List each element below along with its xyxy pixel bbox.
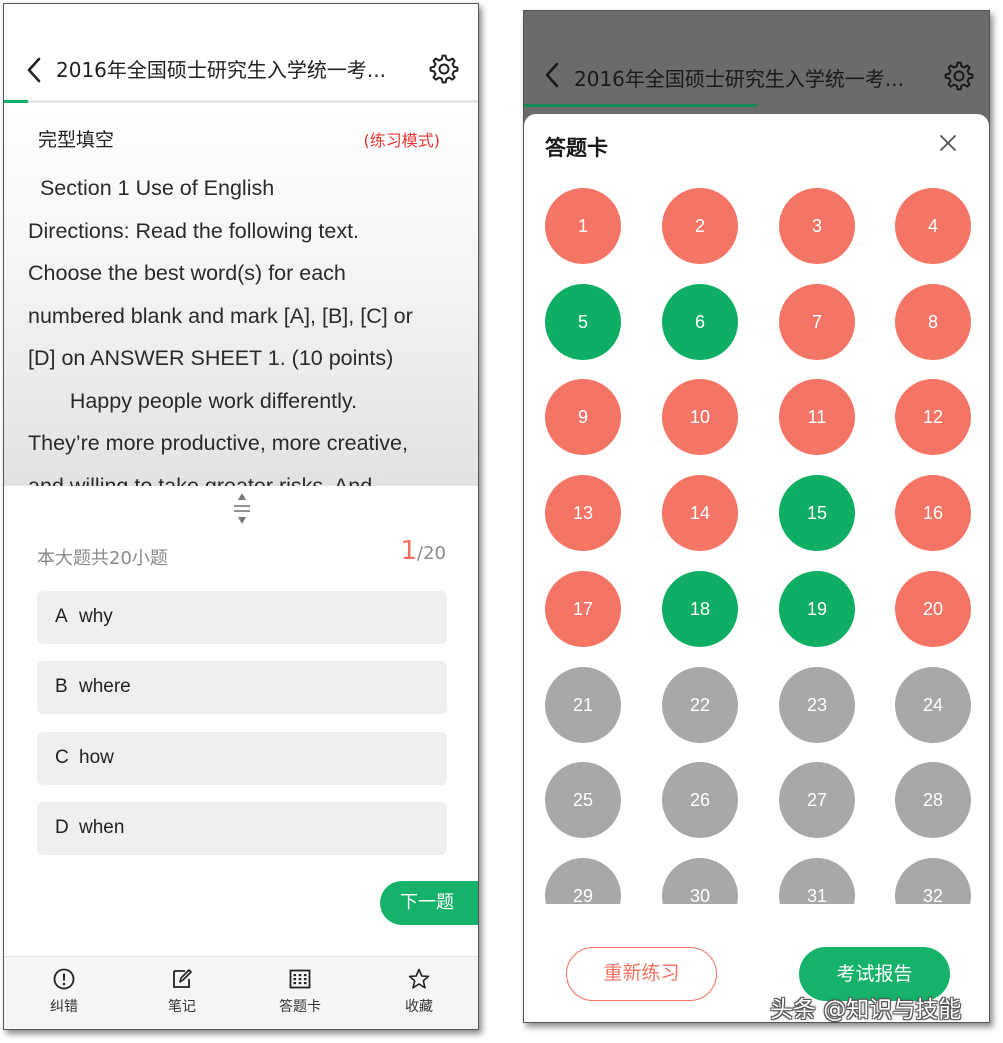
- question-28-circle[interactable]: 28: [895, 762, 971, 839]
- passage-line: Directions: Read the following text.: [28, 218, 360, 243]
- tab-label: 纠错: [50, 999, 78, 1015]
- passage-line: Happy people work differently.: [28, 388, 358, 413]
- question-26-circle[interactable]: 26: [662, 762, 738, 839]
- question-progress-fill: [4, 100, 28, 103]
- top-navigation-bar: 2016年全国硕士研究生入学统一考...: [4, 4, 478, 104]
- option-letter: A: [55, 606, 68, 627]
- question-5-circle[interactable]: 5: [545, 283, 621, 360]
- question-11-circle[interactable]: 11: [779, 379, 855, 456]
- question-23-circle[interactable]: 23: [779, 666, 855, 743]
- option-letter: C: [55, 747, 69, 768]
- tab-label: 收藏: [405, 999, 433, 1015]
- question-27-circle[interactable]: 27: [779, 762, 855, 839]
- passage-line: and willing to take greater risks. And: [28, 473, 373, 487]
- question-22-circle[interactable]: 22: [662, 666, 738, 743]
- question-8-circle[interactable]: 8: [895, 283, 971, 360]
- question-16-circle[interactable]: 16: [895, 475, 971, 552]
- tab-error-report[interactable]: 纠错: [24, 967, 104, 1016]
- question-30-circle[interactable]: 30: [662, 857, 738, 904]
- question-9-circle[interactable]: 9: [545, 379, 621, 456]
- option-text: how: [79, 747, 114, 768]
- option-letter: D: [55, 817, 69, 838]
- option-d[interactable]: D when: [37, 802, 447, 855]
- option-text: when: [79, 817, 125, 838]
- question-number-grid: 1 2 3 4 5 6 7 8 9 10 11 12 13 14 15 16 17 18 19 20 21 22 23 24 2…: [524, 174, 989, 904]
- option-letter: B: [55, 676, 68, 697]
- question-24-circle[interactable]: 24: [895, 666, 971, 743]
- question-29-circle[interactable]: 29: [545, 857, 621, 904]
- passage-panel[interactable]: 完型填空 (练习模式) Section 1 Use of English Dire…: [4, 104, 478, 486]
- answer-sheet-screen: 2016年全国硕士研究生入学统一考... 答题卡 1 2 3 4 5 6 7 8 9 10 11 12…: [523, 10, 990, 1023]
- question-13-circle[interactable]: 13: [545, 475, 621, 552]
- option-b[interactable]: B where: [37, 661, 447, 714]
- section-type-label: 完型填空: [38, 129, 115, 151]
- back-arrow-icon: [545, 62, 559, 88]
- question-15-circle[interactable]: 15: [779, 475, 855, 552]
- exam-title: 2016年全国硕士研究生入学统一考...: [56, 58, 386, 82]
- passage-text: Section 1 Use of English Directions: Read…: [28, 167, 458, 486]
- back-arrow-icon[interactable]: [24, 56, 44, 84]
- current-question-number: 1: [400, 536, 418, 566]
- redo-practice-button[interactable]: 重新练习: [566, 947, 717, 1001]
- next-question-button[interactable]: 下一题: [380, 881, 478, 925]
- passage-line: [D] on ANSWER SHEET 1. (10 points): [28, 346, 394, 370]
- dimmed-top-navigation-bar: 2016年全国硕士研究生入学统一考...: [524, 11, 989, 111]
- question-17-circle[interactable]: 17: [545, 570, 621, 647]
- question-19-circle[interactable]: 19: [779, 570, 855, 647]
- question-index: 1/20: [400, 536, 446, 566]
- question-1-circle[interactable]: 1: [545, 188, 621, 264]
- total-questions: /20: [417, 543, 446, 564]
- answer-grid-icon: [289, 969, 311, 989]
- question-10-circle[interactable]: 10: [662, 379, 738, 456]
- question-20-circle[interactable]: 20: [895, 570, 971, 647]
- question-14-circle[interactable]: 14: [662, 475, 738, 552]
- question-count-label: 本大题共20小题: [37, 548, 168, 569]
- question-12-circle[interactable]: 12: [895, 379, 971, 456]
- tab-label: 答题卡: [279, 999, 321, 1015]
- question-3-circle[interactable]: 3: [779, 188, 855, 264]
- passage-line: Section 1 Use of English: [28, 176, 275, 200]
- question-7-circle[interactable]: 7: [779, 283, 855, 360]
- mode-label: (练习模式): [363, 131, 441, 150]
- question-progress-fill: [524, 104, 757, 107]
- gear-icon[interactable]: [429, 54, 459, 84]
- tab-label: 笔记: [168, 999, 196, 1015]
- option-text: why: [79, 606, 113, 627]
- question-panel: 本大题共20小题 1/20 A why B where C how D when…: [4, 486, 478, 956]
- exam-title: 2016年全国硕士研究生入学统一考...: [574, 67, 904, 91]
- practice-screen: 2016年全国硕士研究生入学统一考... 完型填空 (练习模式) Section…: [3, 3, 479, 1030]
- question-6-circle[interactable]: 6: [662, 283, 738, 360]
- question-32-circle[interactable]: 32: [895, 857, 971, 904]
- watermark-text: 头条 @知识与技能: [770, 997, 962, 1023]
- option-text: where: [79, 676, 131, 697]
- passage-line: Choose the best word(s) for each: [28, 261, 346, 285]
- note-edit-icon: [173, 969, 192, 988]
- question-25-circle[interactable]: 25: [545, 762, 621, 839]
- close-icon[interactable]: [939, 134, 957, 152]
- question-31-circle[interactable]: 31: [779, 857, 855, 904]
- question-4-circle[interactable]: 4: [895, 188, 971, 264]
- answer-card-title: 答题卡: [545, 136, 608, 160]
- tab-answer-sheet[interactable]: 答题卡: [260, 967, 340, 1016]
- question-2-circle[interactable]: 2: [662, 188, 738, 264]
- passage-line: They’re more productive, more creative,: [28, 431, 408, 455]
- question-21-circle[interactable]: 21: [545, 666, 621, 743]
- gear-icon: [944, 61, 974, 91]
- bottom-tab-bar: 纠错 笔记 答题卡 收藏: [4, 956, 478, 1029]
- answer-card-sheet: 答题卡 1 2 3 4 5 6 7 8 9 10 11 12 13 14 15 16 17 18 19 20 21 22 2…: [524, 114, 989, 1022]
- tab-favorites[interactable]: 收藏: [379, 967, 459, 1016]
- passage-line: numbered blank and mark [A], [B], [C] or: [28, 303, 413, 328]
- question-progress-bar: [4, 100, 478, 103]
- option-a[interactable]: A why: [37, 591, 447, 644]
- tab-notes[interactable]: 笔记: [142, 967, 222, 1016]
- option-c[interactable]: C how: [37, 732, 447, 785]
- error-report-icon: [53, 968, 75, 990]
- resize-handle-icon[interactable]: [232, 490, 252, 528]
- star-icon: [408, 968, 430, 989]
- question-18-circle[interactable]: 18: [662, 570, 738, 647]
